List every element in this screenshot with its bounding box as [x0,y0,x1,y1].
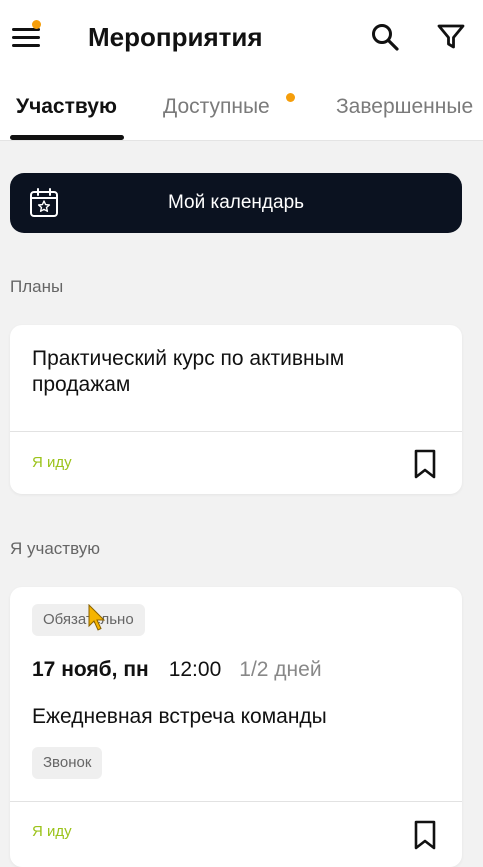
attendance-status[interactable]: Я иду [32,822,72,842]
section-label-plans: Планы [10,277,64,296]
event-title: Ежедневная встреча команды [32,705,327,728]
card-divider [10,801,462,802]
attendance-status[interactable]: Я иду [32,453,72,473]
my-calendar-label: Мой календарь [167,192,305,213]
event-date: 17 нояб, пн [32,658,149,681]
bookmark-icon[interactable] [412,448,438,480]
notification-dot [32,20,41,29]
tab-completed[interactable]: Завершенные [336,94,473,120]
filter-icon[interactable] [434,20,468,54]
event-duration: 1/2 дней [239,658,322,681]
page-title: Мероприятия [88,22,263,52]
event-card-plans[interactable]: Практический курс по активным продажам Я… [10,325,462,494]
bookmark-icon[interactable] [412,819,438,851]
search-icon[interactable] [368,20,402,54]
card-divider [10,431,462,432]
event-time: 12:00 [168,658,222,681]
active-tab-indicator [10,135,124,140]
mouse-pointer-icon [88,604,106,631]
event-card-participating[interactable]: Обязательно 17 нояб, пн 12:00 1/2 дней Еже… [10,587,462,867]
event-datetime: 17 нояб, пн 12:00 1/2 дней [32,657,322,683]
tab-available-dot [286,93,295,102]
section-label-participating: Я участвую [10,539,101,558]
tab-available[interactable]: Доступные [163,94,270,120]
my-calendar-button[interactable]: Мой календарь [10,173,462,233]
tab-participating[interactable]: Участвую [16,94,117,120]
tab-bar: Участвую Доступные Завершенные [0,88,483,140]
hamburger-menu-icon[interactable] [12,20,42,48]
top-app-bar: Мероприятия Участвую Доступные Завершенн… [0,0,483,141]
event-title: Практический курс по активным продажам [32,347,345,396]
event-type-chip: Звонок [32,747,103,779]
